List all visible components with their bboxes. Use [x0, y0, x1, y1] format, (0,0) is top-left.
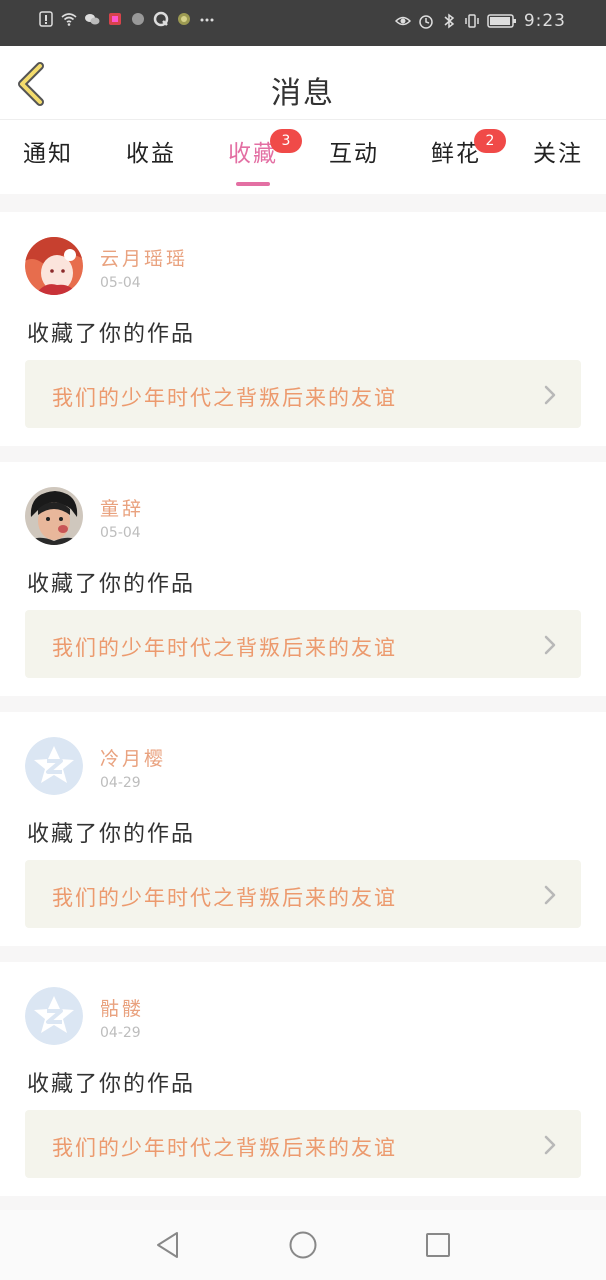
tab-label: 收益 [126, 141, 176, 167]
alert-icon [39, 11, 53, 27]
username[interactable]: 骷髅 [100, 994, 144, 1021]
chevron-right-icon [544, 1135, 556, 1155]
message-card: 骷髅 04-29 收藏了你的作品 我们的少年时代之背叛后来的友谊 [0, 962, 606, 1196]
tab-following[interactable]: 关注 [518, 134, 598, 168]
username[interactable]: 冷月樱 [100, 744, 166, 771]
chevron-right-icon [544, 385, 556, 405]
work-link[interactable]: 我们的少年时代之背叛后来的友谊 [25, 360, 581, 428]
recents-square-icon[interactable] [423, 1230, 453, 1260]
app-icon-2 [178, 13, 190, 25]
header: 消息 [0, 46, 606, 120]
chevron-right-icon [544, 885, 556, 905]
tab-notifications[interactable]: 通知 [8, 134, 88, 168]
work-title: 我们的少年时代之背叛后来的友谊 [52, 386, 397, 410]
tab-interactions[interactable]: 互动 [314, 134, 394, 168]
tab-flowers[interactable]: 鲜花 2 [416, 129, 506, 168]
tab-label: 通知 [23, 141, 73, 167]
work-link[interactable]: 我们的少年时代之背叛后来的友谊 [25, 1110, 581, 1178]
home-circle-icon[interactable] [288, 1230, 318, 1260]
work-title: 我们的少年时代之背叛后来的友谊 [52, 1136, 397, 1160]
avatar[interactable] [25, 487, 83, 545]
vibrate-icon [465, 14, 479, 28]
q-icon [153, 11, 169, 27]
dot-icon [132, 13, 144, 25]
tab-label: 鲜花 [431, 141, 481, 167]
wechat-icon [85, 14, 100, 25]
action-text: 收藏了你的作品 [27, 822, 196, 847]
eye-icon [394, 16, 411, 26]
tab-bar: 通知 收益 收藏 3 互动 鲜花 2 关注 [0, 120, 606, 194]
navigation-bar [0, 1210, 606, 1280]
default-avatar-icon[interactable] [25, 987, 83, 1045]
status-time: 9:23 [523, 11, 566, 31]
action-text: 收藏了你的作品 [27, 572, 196, 597]
message-card: 冷月樱 04-29 收藏了你的作品 我们的少年时代之背叛后来的友谊 [0, 712, 606, 946]
active-tab-indicator [236, 182, 270, 186]
default-avatar-icon[interactable] [25, 737, 83, 795]
message-date: 05-04 [100, 525, 141, 541]
tab-favorites[interactable]: 收藏 3 [213, 129, 302, 186]
message-date: 04-29 [100, 1025, 141, 1041]
status-right-icons: 9:23 [394, 11, 566, 31]
status-left-icons [38, 11, 215, 27]
message-card: 童辞 05-04 收藏了你的作品 我们的少年时代之背叛后来的友谊 [0, 462, 606, 696]
message-date: 04-29 [100, 775, 141, 791]
action-text: 收藏了你的作品 [27, 1072, 196, 1097]
work-title: 我们的少年时代之背叛后来的友谊 [52, 886, 397, 910]
app-root: 9:23 消息 通知 收益 收藏 3 互动 鲜花 2 关注 云月瑶瑶 05-04… [0, 0, 606, 1280]
alarm-icon [419, 15, 433, 29]
chevron-right-icon [544, 635, 556, 655]
tab-label: 关注 [533, 141, 583, 167]
bluetooth-icon [444, 13, 455, 29]
battery-icon [487, 14, 516, 28]
page-title: 消息 [271, 76, 335, 111]
more-icon [200, 18, 214, 22]
tab-badge: 3 [270, 129, 302, 153]
status-bar: 9:23 [0, 0, 606, 46]
tab-badge: 2 [474, 129, 506, 153]
tab-label: 互动 [329, 141, 379, 167]
work-link[interactable]: 我们的少年时代之背叛后来的友谊 [25, 610, 581, 678]
work-title: 我们的少年时代之背叛后来的友谊 [52, 636, 397, 660]
work-link[interactable]: 我们的少年时代之背叛后来的友谊 [25, 860, 581, 928]
back-triangle-icon[interactable] [153, 1230, 183, 1260]
username[interactable]: 云月瑶瑶 [100, 244, 188, 271]
username[interactable]: 童辞 [100, 494, 144, 521]
message-date: 05-04 [100, 275, 141, 291]
wifi-icon [61, 13, 77, 26]
app-icon [109, 13, 121, 25]
tab-earnings[interactable]: 收益 [111, 134, 191, 168]
avatar[interactable] [25, 237, 83, 295]
message-card: 云月瑶瑶 05-04 收藏了你的作品 我们的少年时代之背叛后来的友谊 [0, 212, 606, 446]
action-text: 收藏了你的作品 [27, 322, 196, 347]
